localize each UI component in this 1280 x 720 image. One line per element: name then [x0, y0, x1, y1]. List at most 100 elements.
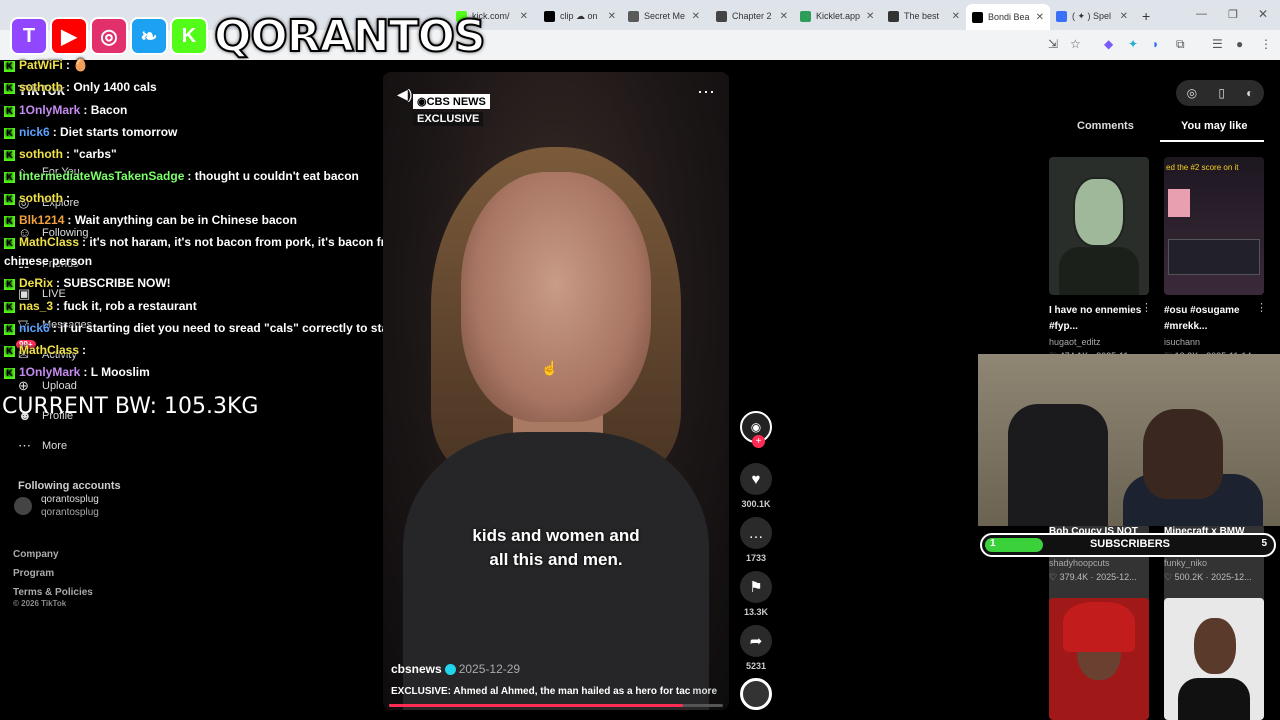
install-icon[interactable]: ⇲ [1048, 37, 1058, 51]
browser-tab[interactable]: Secret Me ✕ [622, 5, 706, 27]
following-account-name[interactable]: qorantosplug [41, 494, 99, 505]
kebab-menu-icon[interactable]: ⋮ [1260, 37, 1272, 51]
browser-tab[interactable]: ( ✦ ) Spel ✕ [1050, 5, 1134, 27]
creator-avatar[interactable]: ◉ + [740, 411, 772, 448]
minimize-icon[interactable]: — [1196, 8, 1207, 20]
chat-username[interactable]: nick6 [19, 125, 50, 139]
close-window-icon[interactable]: ✕ [1258, 7, 1268, 21]
author-name[interactable]: cbsnews [391, 662, 442, 676]
music-disc-icon[interactable] [740, 678, 772, 710]
chat-username[interactable]: IntermediateWasTakenSadge [19, 169, 184, 183]
video-card-title[interactable]: #osu #osugame #mrekk... [1164, 303, 1264, 335]
tab-label[interactable]: The best [904, 11, 939, 21]
chat-username[interactable]: sothoth [19, 191, 63, 205]
chat-username[interactable]: MathClass [19, 343, 79, 357]
like-button[interactable]: ♥ 300.1K [740, 463, 772, 509]
card-menu-icon[interactable]: ⋮ [1256, 301, 1267, 314]
browser-tab[interactable]: Bondi Bea ✕ [966, 4, 1050, 30]
phone-icon[interactable]: ▯ [1218, 86, 1225, 100]
tab-favicon-icon [1056, 10, 1067, 22]
tab-label[interactable]: Chapter 2 [732, 11, 772, 21]
video-card-user[interactable]: shadyhoopcuts [1049, 558, 1110, 568]
video-author[interactable]: cbsnews 2025-12-29 [391, 662, 520, 676]
close-tab-icon[interactable]: ✕ [774, 11, 788, 22]
browser-tab[interactable]: clip ☁ on ✕ [538, 5, 622, 27]
chat-username[interactable]: MathClass [19, 235, 79, 249]
chat-username[interactable]: Blk1214 [19, 213, 64, 227]
chat-username[interactable]: nas_3 [19, 299, 53, 313]
close-tab-icon[interactable]: ✕ [946, 11, 960, 22]
video-card-title[interactable]: I have no ennemies #fyp... [1049, 303, 1149, 335]
social-logo-icon: K [170, 17, 208, 55]
chat-username[interactable]: nick6 [19, 321, 50, 335]
bookmark-star-icon[interactable]: ☆ [1070, 37, 1081, 51]
browser-tab[interactable]: The best ✕ [882, 5, 966, 27]
extension-icon[interactable]: ◗ [1152, 37, 1159, 51]
close-tab-icon[interactable]: ✕ [686, 11, 700, 22]
sidebar-item-icon: ⊕ [18, 378, 29, 393]
restore-icon[interactable]: ❐ [1228, 8, 1238, 21]
tab-label[interactable]: Secret Me [644, 11, 685, 21]
close-tab-icon[interactable]: ✕ [1030, 12, 1044, 23]
video-thumbnail[interactable] [1164, 598, 1264, 720]
comment-button[interactable]: … 1733 [740, 517, 772, 563]
browser-tab[interactable]: Kicklet.app ✕ [794, 5, 878, 27]
video-thumbnail[interactable]: ed the #2 score on it [1164, 157, 1264, 295]
like-count: 300.1K [741, 499, 771, 509]
video-player[interactable]: ◀) ◉CBS NEWS EXCLUSIVE ⋯ kids and women … [383, 72, 729, 710]
chat-username[interactable]: sothoth [19, 80, 63, 94]
tab-favicon-icon [888, 10, 899, 22]
avatar[interactable] [14, 497, 32, 515]
close-tab-icon[interactable]: ✕ [1114, 11, 1128, 22]
video-progress-bar[interactable] [389, 704, 723, 707]
tab-label[interactable]: ( ✦ ) Spel [1072, 11, 1111, 22]
sidebar-icon[interactable]: ☰ [1212, 37, 1223, 51]
extensions-puzzle-icon[interactable]: ⧉ [1176, 37, 1185, 52]
video-thumbnail[interactable] [1049, 157, 1149, 295]
tab-you-may-like[interactable]: You may like [1181, 120, 1247, 132]
footer-link[interactable]: Company [13, 549, 59, 560]
tab-comments[interactable]: Comments [1077, 120, 1134, 132]
chat-text: : L Mooslim [83, 365, 150, 379]
favorite-button[interactable]: ⚑ 13.3K [740, 571, 772, 617]
sidebar-item-upload[interactable]: ⊕ Upload [18, 378, 77, 394]
mouse-cursor-icon: ☝ [541, 360, 559, 376]
share-button[interactable]: ➦ 5231 [740, 625, 772, 671]
follow-plus-icon[interactable]: + [752, 435, 765, 448]
sidebar-item-more[interactable]: ⋯ More [18, 438, 67, 454]
close-tab-icon[interactable]: ✕ [602, 11, 616, 22]
tab-favicon-icon [972, 11, 983, 23]
video-card-user[interactable]: hugaot_editz [1049, 337, 1101, 347]
chat-text: : fuck it, rob a restaurant [56, 299, 197, 313]
close-tab-icon[interactable]: ✕ [514, 11, 528, 22]
footer-link[interactable]: Program [13, 568, 54, 579]
video-card-user[interactable]: isuchann [1164, 337, 1200, 347]
close-tab-icon[interactable]: ✕ [860, 11, 874, 22]
profile-icon[interactable]: ◐ [1246, 86, 1253, 100]
compass-icon[interactable]: ◎ [1187, 86, 1197, 100]
chat-username[interactable]: DeRix [19, 276, 53, 290]
like-icon[interactable]: ♥ [740, 463, 772, 495]
profile-avatar-icon[interactable]: ● [1236, 37, 1243, 51]
tab-label[interactable]: Bondi Bea [988, 12, 1030, 22]
video-options-icon[interactable]: ⋯ [697, 82, 715, 103]
extension-icon[interactable]: ✦ [1128, 37, 1138, 51]
volume-icon[interactable]: ◀) [397, 86, 412, 103]
chat-username[interactable]: 1OnlyMark [19, 103, 80, 117]
caption-more-button[interactable]: more [693, 686, 717, 697]
tab-label[interactable]: Kicklet.app [816, 11, 860, 21]
chat-username[interactable]: sothoth [19, 147, 63, 161]
chat-username[interactable]: 1OnlyMark [19, 365, 80, 379]
comment-icon[interactable]: … [740, 517, 772, 549]
share-icon[interactable]: ➦ [740, 625, 772, 657]
extension-icon[interactable]: ◆ [1104, 37, 1113, 51]
card-menu-icon[interactable]: ⋮ [1141, 301, 1152, 314]
new-tab-button[interactable]: + [1136, 5, 1156, 27]
video-thumbnail[interactable] [1049, 598, 1149, 720]
favorite-icon[interactable]: ⚑ [740, 571, 772, 603]
tab-label[interactable]: clip ☁ on [560, 11, 598, 22]
video-card-user[interactable]: funky_niko [1164, 558, 1207, 568]
chat-text: : Wait anything can be in Chinese bacon [67, 213, 297, 227]
footer-link[interactable]: Terms & Policies [13, 587, 93, 598]
browser-tab[interactable]: Chapter 2 ✕ [710, 5, 794, 27]
